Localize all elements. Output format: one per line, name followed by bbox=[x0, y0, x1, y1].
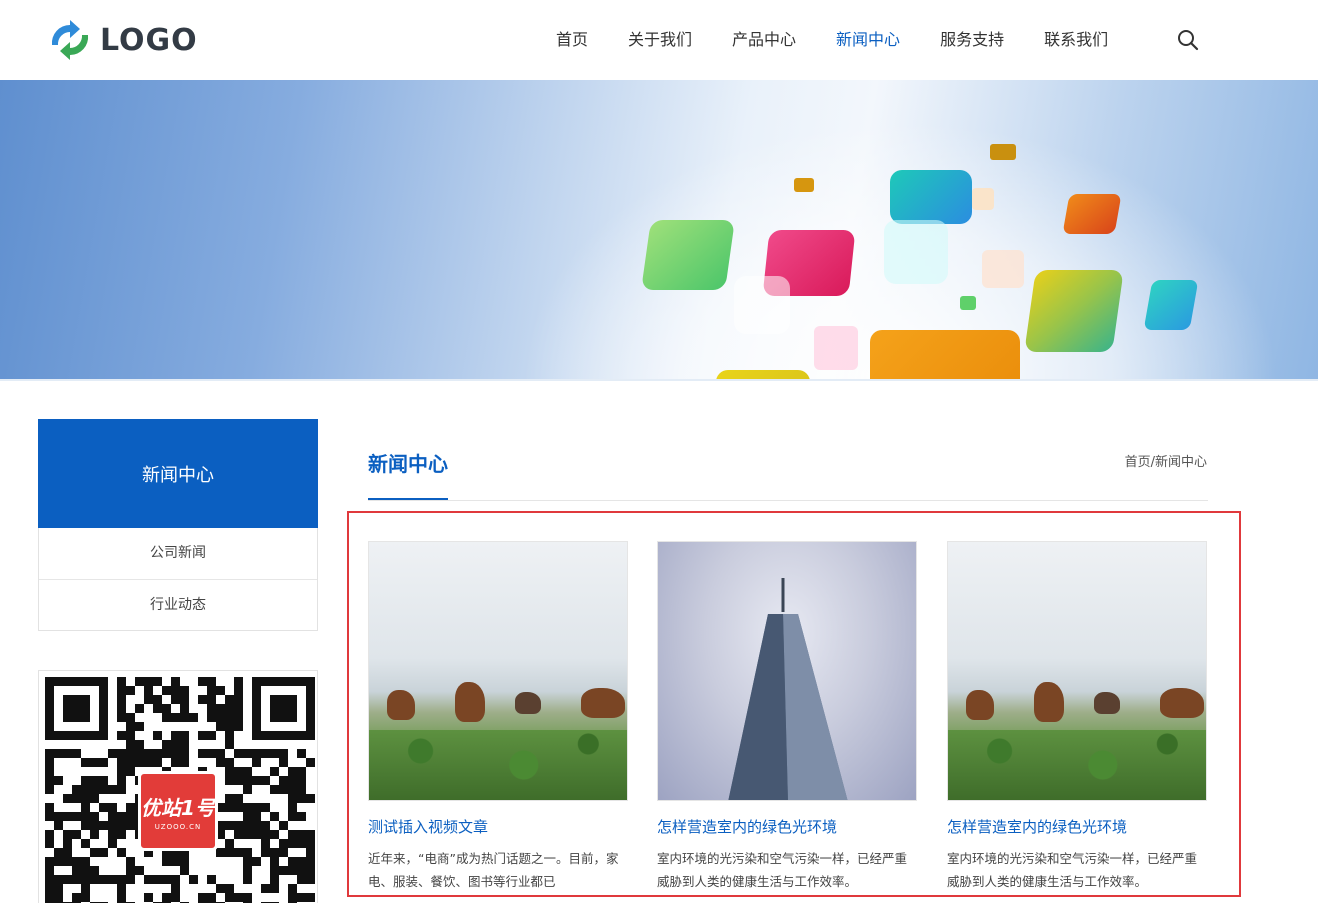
qr-badge-sub: UZOOO.CN bbox=[154, 822, 202, 831]
breadcrumb[interactable]: 首页/新闻中心 bbox=[1125, 451, 1207, 470]
nav-item-support[interactable]: 服务支持 bbox=[940, 28, 1004, 52]
banner-tile bbox=[734, 276, 790, 334]
news-card-desc: 室内环境的光污染和空气污染一样，已经严重威胁到人类的健康生活与工作效率。 bbox=[657, 851, 908, 889]
sidebar-title: 新闻中心 bbox=[38, 419, 318, 528]
horse-shape bbox=[966, 690, 994, 720]
nav-item-about[interactable]: 关于我们 bbox=[628, 28, 692, 52]
banner-tile bbox=[870, 330, 1020, 379]
qr-brand-badge: 优站1号 UZOOO.CN bbox=[138, 771, 218, 851]
banner-tile bbox=[1143, 280, 1199, 330]
news-card-title[interactable]: 怎样营造室内的绿色光环境 bbox=[657, 817, 917, 837]
main-nav: 首页 关于我们 产品中心 新闻中心 服务支持 联系我们 bbox=[556, 28, 1148, 52]
photo-grass bbox=[948, 730, 1206, 800]
news-card-desc: 室内环境的光污染和空气污染一样，已经严重威胁到人类的健康生活与工作效率。 bbox=[947, 851, 1198, 889]
logo-text: LOGO bbox=[100, 22, 198, 58]
banner-tile bbox=[890, 170, 972, 224]
news-card[interactable]: 怎样营造室内的绿色光环境 室内环境的光污染和空气污染一样，已经严重威胁到人类的健… bbox=[947, 541, 1207, 893]
title-divider bbox=[368, 500, 1208, 501]
horse-shape bbox=[1160, 688, 1204, 718]
title-underline bbox=[368, 498, 448, 500]
recycle-arrows-icon bbox=[51, 20, 89, 60]
site-logo[interactable]: LOGO bbox=[44, 18, 198, 62]
sidebar-item-company-news[interactable]: 公司新闻 bbox=[39, 528, 317, 579]
nav-item-home[interactable]: 首页 bbox=[556, 28, 588, 52]
hero-banner bbox=[0, 80, 1318, 379]
banner-tile bbox=[641, 220, 735, 290]
horse-shape bbox=[515, 692, 541, 714]
banner-tile bbox=[982, 250, 1024, 288]
horse-shape bbox=[1034, 682, 1064, 722]
banner-tile bbox=[990, 144, 1016, 160]
news-card-image[interactable] bbox=[947, 541, 1207, 801]
news-card-title[interactable]: 测试插入视频文章 bbox=[368, 817, 628, 837]
banner-tile bbox=[814, 326, 858, 370]
skyscraper-shape bbox=[728, 578, 848, 800]
nav-item-contact[interactable]: 联系我们 bbox=[1044, 28, 1108, 52]
banner-tile bbox=[960, 296, 976, 310]
qr-code: 优站1号 UZOOO.CN bbox=[38, 670, 318, 903]
banner-tile bbox=[972, 188, 994, 210]
news-card-image[interactable] bbox=[368, 541, 628, 801]
news-card[interactable]: 怎样营造室内的绿色光环境 室内环境的光污染和空气污染一样，已经严重威胁到人类的健… bbox=[657, 541, 917, 893]
news-card-image[interactable] bbox=[657, 541, 917, 801]
page-title: 新闻中心 bbox=[368, 452, 448, 476]
horse-shape bbox=[581, 688, 625, 718]
horse-shape bbox=[387, 690, 415, 720]
nav-item-news[interactable]: 新闻中心 bbox=[836, 28, 900, 52]
sidebar-item-industry-news[interactable]: 行业动态 bbox=[39, 579, 317, 630]
banner-tile bbox=[716, 370, 810, 379]
horse-shape bbox=[1094, 692, 1120, 714]
site-header: LOGO 首页 关于我们 产品中心 新闻中心 服务支持 联系我们 bbox=[0, 0, 1318, 80]
search-icon[interactable] bbox=[1176, 28, 1200, 52]
sidebar-menu: 公司新闻 行业动态 bbox=[38, 528, 318, 631]
nav-item-products[interactable]: 产品中心 bbox=[732, 28, 796, 52]
banner-divider bbox=[0, 379, 1318, 381]
banner-tile bbox=[1024, 270, 1124, 352]
news-card-desc: 近年来，“电商”成为热门话题之一。目前，家电、服装、餐饮、图书等行业都已 bbox=[368, 851, 619, 889]
horse-shape bbox=[455, 682, 485, 722]
banner-tile bbox=[794, 178, 814, 192]
photo-grass bbox=[369, 730, 627, 800]
qr-badge-main: 优站1号 bbox=[141, 795, 215, 820]
banner-tile bbox=[884, 220, 948, 284]
news-card[interactable]: 测试插入视频文章 近年来，“电商”成为热门话题之一。目前，家电、服装、餐饮、图书… bbox=[368, 541, 628, 893]
news-card-title[interactable]: 怎样营造室内的绿色光环境 bbox=[947, 817, 1207, 837]
banner-tile bbox=[1062, 194, 1122, 234]
